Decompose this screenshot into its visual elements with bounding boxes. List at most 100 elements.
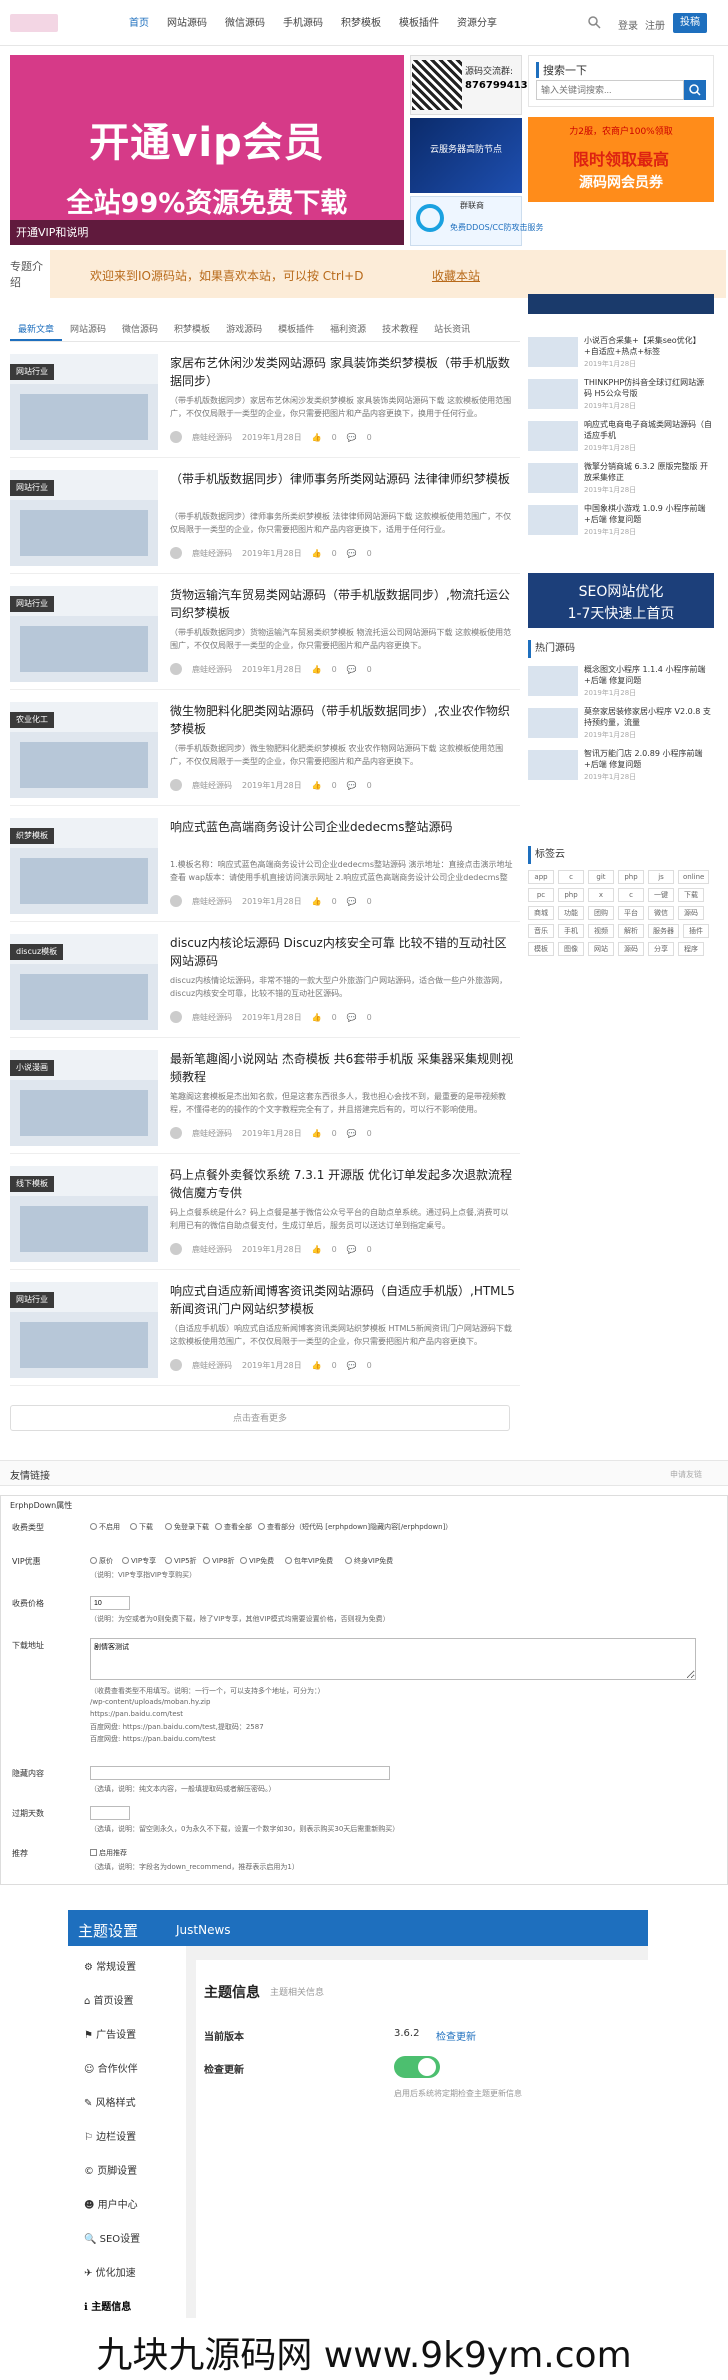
article-title[interactable]: 响应式自适应新闻博客资讯类网站源码（自适应手机版）,HTML5新闻资讯门户网站织… — [170, 1282, 515, 1320]
article-item[interactable]: 小说漫画 最新笔趣阁小说网站 杰奇模板 共6套带手机版 采集器采集规则视频教程 … — [10, 1042, 520, 1154]
article-item[interactable]: 网站行业 家居布艺休闲沙发类网站源码 家具装饰类织梦模板（带手机版数据同步） （… — [10, 346, 520, 458]
fee-type-option[interactable]: 查看部分（短代码 [erphpdown]隐藏内容[/erphpdown]） — [258, 1522, 452, 1532]
article-author[interactable]: 鹿蛙经源码 — [192, 664, 232, 675]
vip-option[interactable]: VIP8折 — [203, 1556, 235, 1566]
nav-dedecms-templates[interactable]: 积梦模板 — [332, 14, 390, 34]
tag-item[interactable]: 源码 — [678, 906, 704, 920]
theme-nav-item[interactable]: ⚑ 广告设置 — [84, 2026, 136, 2041]
article-title[interactable]: 家居布艺休闲沙发类网站源码 家具装饰类织梦模板（带手机版数据同步） — [170, 354, 515, 392]
article-category-badge[interactable]: discuz模板 — [10, 944, 64, 960]
article-author[interactable]: 鹿蛙经源码 — [192, 1128, 232, 1139]
article-item[interactable]: 网站行业 （带手机版数据同步）律师事务所类网站源码 法律律师织梦模板 （带手机版… — [10, 462, 520, 574]
tag-item[interactable]: online — [678, 870, 710, 884]
article-item[interactable]: 农业化工 微生物肥料化肥类网站源码（带手机版数据同步）,农业农作物织梦模板 （带… — [10, 694, 520, 806]
comment-icon[interactable]: 💬 — [347, 1129, 357, 1138]
apply-link[interactable]: 申请友链 — [670, 1469, 702, 1480]
comment-icon[interactable]: 💬 — [347, 1245, 357, 1254]
tag-item[interactable]: 服务器 — [648, 924, 679, 938]
article-thumbnail[interactable]: 网站行业 — [10, 1282, 158, 1378]
ad-cloud-server[interactable] — [410, 118, 522, 193]
tag-item[interactable]: 插件 — [683, 924, 709, 938]
tag-item[interactable]: 模板 — [528, 942, 554, 956]
tab-site-source[interactable]: 网站源码 — [62, 320, 114, 341]
article-thumbnail[interactable]: 线下模板 — [10, 1166, 158, 1262]
sidebar-search-input[interactable] — [536, 80, 684, 100]
sidebar-post-thumbnail[interactable] — [528, 379, 578, 409]
article-author[interactable]: 鹿蛙经源码 — [192, 780, 232, 791]
search-icon[interactable] — [587, 15, 601, 29]
like-icon[interactable]: 👍 — [312, 781, 322, 790]
tag-item[interactable]: c — [618, 888, 644, 902]
theme-nav-item[interactable]: ⌂ 首页设置 — [84, 1992, 134, 2007]
theme-nav-item[interactable]: 🔍 SEO设置 — [84, 2230, 140, 2245]
sidebar-post-title[interactable]: 智讯万能门店 2.0.89 小程序前端+后端 修复问题 — [584, 748, 712, 770]
tag-item[interactable]: app — [528, 870, 554, 884]
tag-item[interactable]: 图像 — [558, 942, 584, 956]
fee-type-option[interactable]: 免登录下载 — [165, 1522, 209, 1532]
tab-wechat-source[interactable]: 微信源码 — [114, 320, 166, 341]
comment-icon[interactable]: 💬 — [347, 549, 357, 558]
sidebar-post-item[interactable]: 智讯万能门店 2.0.89 小程序前端+后端 修复问题 2019年1月28日 — [528, 748, 714, 784]
comment-icon[interactable]: 💬 — [347, 1013, 357, 1022]
article-author[interactable]: 鹿蛙经源码 — [192, 1360, 232, 1371]
like-icon[interactable]: 👍 — [312, 1013, 322, 1022]
hero-banner[interactable]: 开通vip会员 全站99%资源免费下载 开通VIP和说明 — [10, 55, 404, 245]
article-title[interactable]: 最新笔趣阁小说网站 杰奇模板 共6套带手机版 采集器采集规则视频教程 — [170, 1050, 515, 1088]
article-thumbnail[interactable]: 农业化工 — [10, 702, 158, 798]
sidebar-post-thumbnail[interactable] — [528, 505, 578, 535]
tag-item[interactable]: 下载 — [678, 888, 704, 902]
comment-icon[interactable]: 💬 — [347, 665, 357, 674]
tag-item[interactable]: 程序 — [678, 942, 704, 956]
tag-item[interactable]: c — [558, 870, 584, 884]
theme-nav-item[interactable]: ⚐ 边栏设置 — [84, 2128, 136, 2143]
sidebar-post-item[interactable]: 响应式电商电子商城类网站源码（自适应手机 2019年1月28日 — [528, 419, 714, 455]
download-url-textarea[interactable]: 剧情客测试 — [90, 1638, 696, 1680]
recommend-checkbox[interactable]: 启用推荐 — [90, 1848, 127, 1858]
sidebar-post-thumbnail[interactable] — [528, 421, 578, 451]
sidebar-post-item[interactable]: 小说百合采集+【采集seo优化】+自适应+热点+标签 2019年1月28日 — [528, 335, 714, 371]
sidebar-post-item[interactable]: 微擎分销商城 6.3.2 原版完整版 开放采集修正 2019年1月28日 — [528, 461, 714, 497]
vip-option[interactable]: VIP5折 — [165, 1556, 197, 1566]
like-icon[interactable]: 👍 — [312, 1129, 322, 1138]
comment-icon[interactable]: 💬 — [347, 781, 357, 790]
article-thumbnail[interactable]: 织梦模板 — [10, 818, 158, 914]
sidebar-post-thumbnail[interactable] — [528, 463, 578, 493]
article-author[interactable]: 鹿蛙经源码 — [192, 896, 232, 907]
sidebar-post-title[interactable]: 响应式电商电子商城类网站源码（自适应手机 — [584, 419, 712, 441]
vip-option[interactable]: VIP专享 — [122, 1556, 156, 1566]
theme-nav-item[interactable]: ☻ 用户中心 — [84, 2196, 138, 2211]
article-thumbnail[interactable]: 小说漫画 — [10, 1050, 158, 1146]
nav-mobile-source[interactable]: 手机源码 — [274, 14, 332, 34]
article-category-badge[interactable]: 织梦模板 — [10, 828, 54, 844]
sidebar-search-button[interactable] — [684, 80, 706, 100]
article-category-badge[interactable]: 网站行业 — [10, 364, 54, 380]
tag-item[interactable]: 商城 — [528, 906, 554, 920]
tag-item[interactable]: 团购 — [588, 906, 614, 920]
sidebar-post-item[interactable]: 中国象棋小游戏 1.0.9 小程序前端+后端 修复问题 2019年1月28日 — [528, 503, 714, 539]
comment-icon[interactable]: 💬 — [347, 433, 357, 442]
tag-item[interactable]: js — [648, 870, 674, 884]
tab-dedecms[interactable]: 积梦模板 — [166, 320, 218, 341]
article-author[interactable]: 鹿蛙经源码 — [192, 432, 232, 443]
theme-nav-item[interactable]: ✎ 风格样式 — [84, 2094, 136, 2109]
article-item[interactable]: 网站行业 响应式自适应新闻博客资讯类网站源码（自适应手机版）,HTML5新闻资讯… — [10, 1274, 520, 1386]
vip-option[interactable]: 原价 — [90, 1556, 113, 1566]
tab-plugins[interactable]: 模板插件 — [270, 320, 322, 341]
article-author[interactable]: 鹿蛙经源码 — [192, 1012, 232, 1023]
article-thumbnail[interactable]: 网站行业 — [10, 586, 158, 682]
comment-icon[interactable]: 💬 — [347, 1361, 357, 1370]
article-author[interactable]: 鹿蛙经源码 — [192, 1244, 232, 1255]
hidden-content-input[interactable] — [90, 1766, 390, 1780]
nav-wechat-source[interactable]: 微信源码 — [216, 14, 274, 34]
article-category-badge[interactable]: 网站行业 — [10, 480, 54, 496]
register-link[interactable]: 注册 — [645, 17, 665, 32]
sidebar-post-title[interactable]: THINKPHP仿抖音全球订红网站源码 H5公众号版 — [584, 377, 712, 399]
tag-item[interactable]: git — [588, 870, 614, 884]
article-category-badge[interactable]: 线下模板 — [10, 1176, 54, 1192]
tab-latest[interactable]: 最新文章 — [10, 320, 63, 341]
post-button[interactable]: 投稿 — [673, 13, 707, 33]
expire-days-input[interactable] — [90, 1806, 130, 1820]
nav-plugins[interactable]: 模板插件 — [390, 14, 448, 34]
article-title[interactable]: 码上点餐外卖餐饮系统 7.3.1 开源版 优化订单发起多次退款流程 微信魔方专供 — [170, 1166, 515, 1204]
fee-type-option[interactable]: 查看全部 — [215, 1522, 252, 1532]
